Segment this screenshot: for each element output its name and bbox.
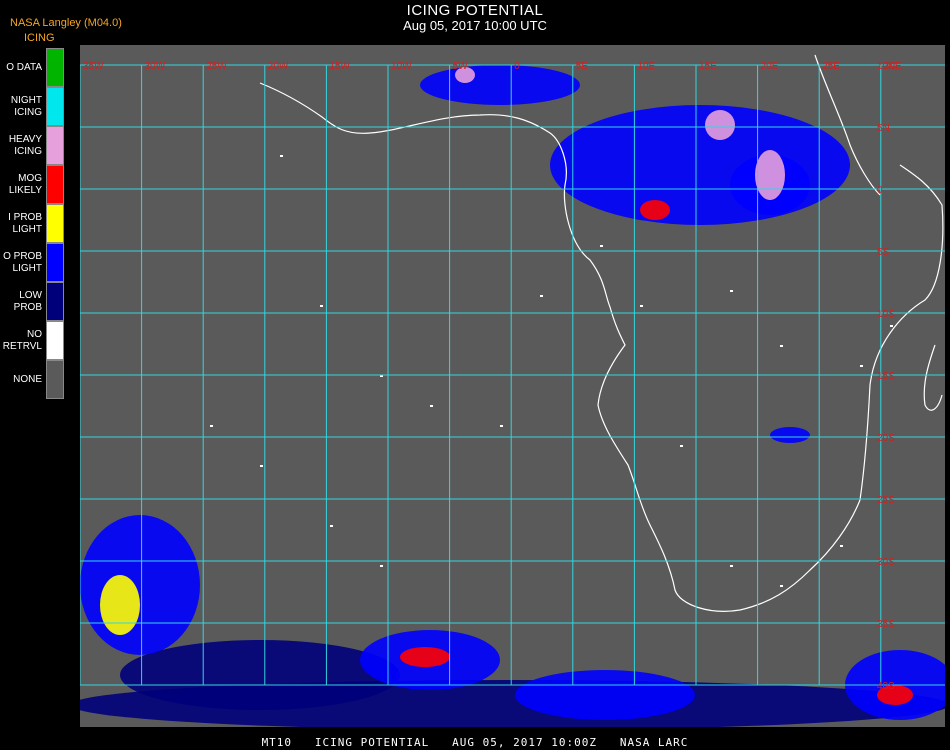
light-prob-area [80,515,200,655]
legend-swatch [46,126,64,165]
legend-label: MOG LIKELY [8,172,42,196]
lat-label: 20S [877,433,895,444]
light-prob-area [770,427,810,443]
legend-label: NONE [13,373,42,385]
heavy-icing-area [755,150,785,200]
lat-label: 35S [877,619,895,630]
lon-label: 35W [83,61,104,72]
map-title: ICING POTENTIAL [406,2,544,19]
legend-label: I PROB LIGHT [8,211,42,235]
lon-label: 5E [576,61,589,72]
legend-item: O PROB LIGHT [0,243,66,282]
footer-caption: MT10 ICING POTENTIAL AUG 05, 2017 10:00Z… [261,736,689,749]
legend-label: HEAVY ICING [8,133,42,157]
heavy-icing-area [705,110,735,140]
map-subtitle: Aug 05, 2017 10:00 UTC [403,18,547,33]
lon-label: 10E [637,61,655,72]
legend-label: O PROB LIGHT [3,250,42,274]
lat-label: 25S [877,495,895,506]
low-prob-area [120,640,400,710]
legend-item: NIGHT ICING [0,87,66,126]
no-retrieval-speck [600,245,603,247]
lon-label: 20E [761,61,779,72]
lon-label: 15E [699,61,717,72]
legend-swatch [46,243,64,282]
legend-label: NIGHT ICING [10,94,42,118]
light-prob-area [515,670,695,720]
legend-swatch [46,165,64,204]
lat-label: 40S [877,681,895,692]
legend-swatch [46,360,64,399]
lon-label: 10W [391,61,412,72]
lon-label: 30W [145,61,166,72]
no-retrieval-speck [730,565,733,567]
light-icing-area [100,575,140,635]
lat-label: 10S [877,309,895,320]
lon-label: 5W [453,61,469,72]
legend-item: HEAVY ICING [0,126,66,165]
lon-label: 20W [268,61,289,72]
legend-label: NO RETRVL [2,328,42,352]
legend-label: O DATA [6,61,42,73]
lat-label: 15S [877,371,895,382]
lat-label: 10N [877,61,895,72]
legend: O DATA NIGHT ICING HEAVY ICING MOG LIKELY I PRO… [0,48,66,399]
no-retrieval-speck [640,305,643,307]
legend-swatch [46,282,64,321]
lat-label: 0 [877,185,883,196]
legend-swatch [46,48,64,87]
mog-area [400,647,450,667]
legend-swatch [46,321,64,360]
no-retrieval-speck [780,345,783,347]
no-retrieval-speck [260,465,263,467]
light-prob-area [550,105,850,225]
legend-swatch [46,87,64,126]
no-retrieval-speck [780,585,783,587]
mog-area [640,200,670,220]
legend-item: O DATA [0,48,66,87]
product-label: ICING [24,32,55,44]
no-retrieval-speck [680,445,683,447]
lon-label: 15W [329,61,350,72]
no-retrieval-speck [860,365,863,367]
no-retrieval-speck [210,425,213,427]
lon-label: 25E [822,61,840,72]
no-retrieval-speck [380,565,383,567]
legend-label: LOW PROB [13,289,42,313]
light-prob-area [420,65,580,105]
no-retrieval-speck [280,155,283,157]
legend-item: NONE [0,360,66,399]
legend-item: NO RETRVL [0,321,66,360]
lat-label: 5S [877,247,890,258]
legend-item: LOW PROB [0,282,66,321]
legend-swatch [46,204,64,243]
legend-item: MOG LIKELY [0,165,66,204]
no-retrieval-speck [500,425,503,427]
lon-label: 0 [514,61,520,72]
no-retrieval-speck [330,525,333,527]
no-retrieval-speck [730,290,733,292]
no-retrieval-speck [840,545,843,547]
legend-item: I PROB LIGHT [0,204,66,243]
no-retrieval-speck [430,405,433,407]
no-retrieval-speck [320,305,323,307]
no-retrieval-speck [540,295,543,297]
no-retrieval-speck [890,325,893,327]
lat-label: 5N [877,123,890,134]
lon-label: 25W [206,61,227,72]
icing-map: 35W 30W 25W 20W 15W 10W 5W 0 5E 10E 15E 20E 25E 30E10… [80,45,945,727]
lat-label: 30S [877,557,895,568]
